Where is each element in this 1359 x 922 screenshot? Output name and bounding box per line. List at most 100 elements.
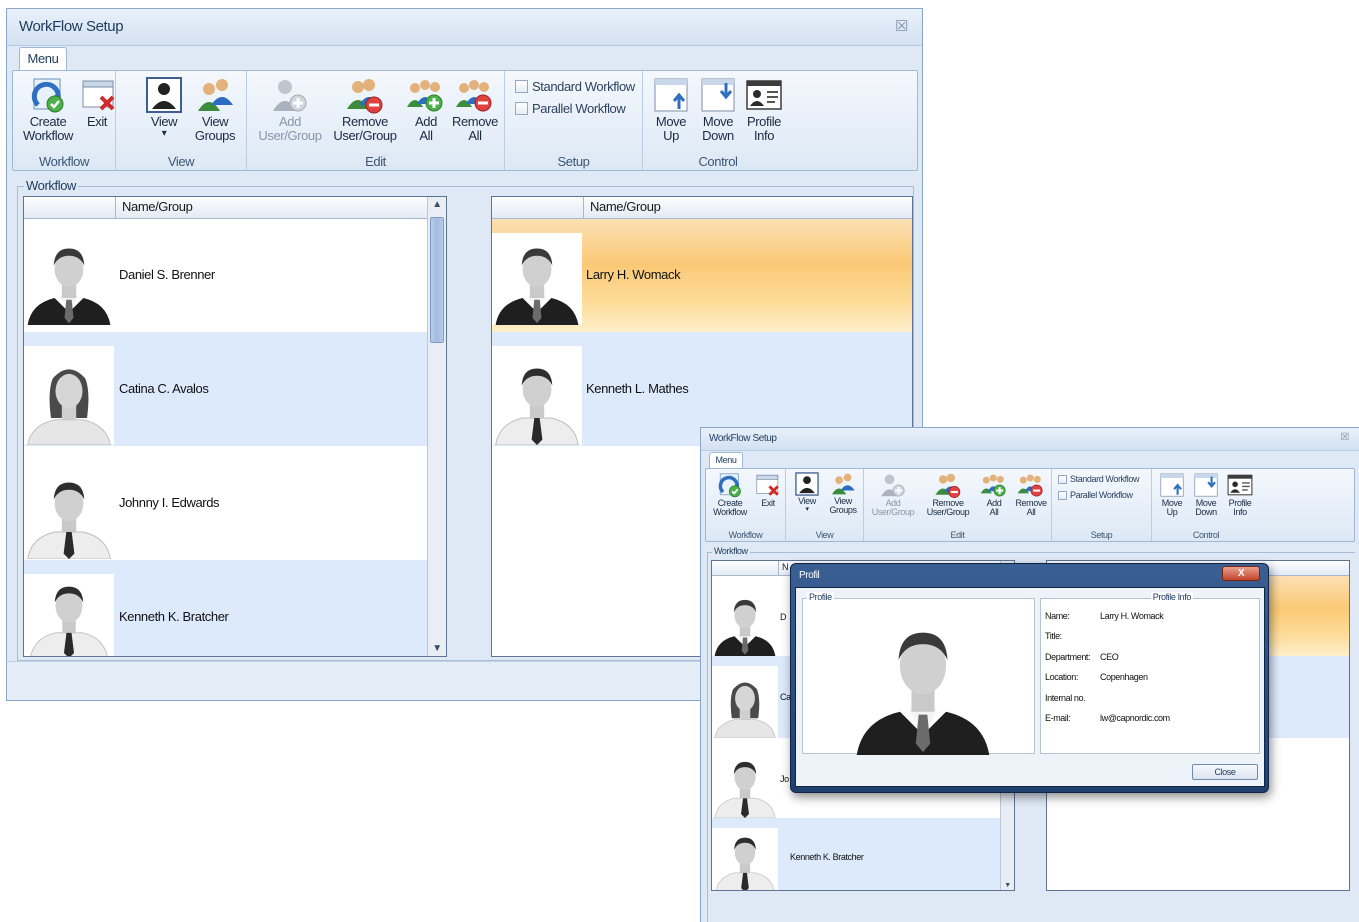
- dialog-body: Profile Profile Info Name: Larry H. Woma…: [795, 587, 1265, 787]
- list-item[interactable]: Kenneth K. Bratcher: [24, 560, 446, 656]
- user-photo: [712, 748, 778, 818]
- field-label: Title:: [1045, 631, 1062, 641]
- move-down-button[interactable]: Move Down: [1190, 471, 1222, 518]
- list-header: Name/Group: [492, 197, 912, 219]
- remove-user-group-button[interactable]: Remove User/Group: [922, 471, 974, 518]
- person-portrait-large: [843, 611, 1003, 755]
- user-photo: [24, 346, 114, 445]
- user-name: Catina C. Avalos: [119, 381, 209, 396]
- parallel-workflow-checkbox[interactable]: Parallel Workflow: [515, 101, 626, 116]
- list-item[interactable]: Daniel S. Brenner: [24, 219, 446, 332]
- view-button[interactable]: View ▾: [792, 471, 822, 514]
- menu-tab[interactable]: Menu: [709, 452, 743, 469]
- profile-info-button[interactable]: Profile Info: [742, 75, 786, 142]
- standard-workflow-checkbox[interactable]: Standard Workflow: [1058, 474, 1139, 484]
- menu-tab[interactable]: Menu: [19, 47, 67, 71]
- remove-all-button[interactable]: Remove All: [449, 75, 501, 142]
- chevron-down-icon: ▾: [161, 127, 167, 139]
- ribbon-group-edit: Add User/Group Remove User/Group Add All…: [864, 469, 1052, 541]
- profile-frame-legend: Profile: [807, 592, 834, 602]
- ribbon-group-setup: Standard Workflow Parallel Workflow Setu…: [505, 71, 643, 170]
- remove-user-icon: [345, 75, 385, 115]
- scroll-down-arrow-icon[interactable]: ▼: [428, 643, 446, 654]
- add-all-icon: [406, 75, 446, 115]
- move-up-icon: [1158, 471, 1186, 499]
- remove-all-button[interactable]: Remove All: [1012, 471, 1050, 518]
- profile-info-frame: Profile Info Name: Larry H. Womack Title…: [1040, 592, 1260, 754]
- parallel-workflow-box[interactable]: [1058, 490, 1067, 500]
- dialog-close-button[interactable]: X: [1222, 566, 1260, 581]
- person-portrait: [24, 460, 114, 559]
- add-all-button[interactable]: Add All: [978, 471, 1010, 518]
- user-name: Daniel S. Brenner: [119, 267, 215, 282]
- add-user-group-button[interactable]: Add User/Group: [255, 75, 325, 142]
- group-label-view: View: [815, 530, 834, 540]
- column-header-name-group[interactable]: Name/Group: [583, 197, 912, 218]
- move-up-button[interactable]: Move Up: [649, 75, 693, 142]
- ribbon-group-control: Move Up Move Down Profile Info Control: [643, 71, 793, 170]
- column-header-name-group[interactable]: Name/Group: [115, 197, 426, 218]
- profile-info-icon: [1226, 471, 1254, 499]
- list-item[interactable]: Catina C. Avalos: [24, 332, 446, 446]
- standard-workflow-box[interactable]: [1058, 474, 1067, 484]
- person-portrait: [712, 588, 778, 656]
- view-user-icon: [794, 471, 820, 497]
- add-all-button[interactable]: Add All: [405, 75, 447, 142]
- create-workflow-button[interactable]: Create Workflow: [710, 471, 750, 518]
- exit-button[interactable]: Exit: [79, 75, 115, 129]
- add-user-group-button[interactable]: Add User/Group: [868, 471, 918, 518]
- profile-info-button[interactable]: Profile Info: [1224, 471, 1256, 518]
- move-down-icon: [698, 75, 738, 115]
- list-header: Name/Group: [24, 197, 446, 219]
- view-groups-button[interactable]: View Groups: [826, 471, 860, 516]
- user-name: Kenneth K. Bratcher: [790, 852, 864, 862]
- window-close-icon[interactable]: ☒: [1340, 432, 1349, 443]
- exit-button[interactable]: Exit: [754, 471, 782, 508]
- workflow-frame-legend: Workflow: [24, 178, 79, 193]
- scroll-down-arrow-icon[interactable]: ▼: [1001, 882, 1014, 889]
- create-workflow-icon: [28, 75, 68, 115]
- profile-dialog: Profil X Profile Profile Info Name: Larr…: [790, 563, 1269, 793]
- parallel-workflow-box[interactable]: [515, 102, 528, 115]
- scroll-thumb[interactable]: [430, 217, 444, 343]
- dialog-title: Profil: [799, 570, 820, 581]
- profile-frame: Profile: [802, 592, 1035, 755]
- user-name: Larry H. Womack: [586, 267, 681, 282]
- person-portrait: [24, 346, 114, 445]
- profile-photo: [843, 611, 1003, 755]
- available-users-list[interactable]: Name/Group Daniel S. Brenner Catina C. A…: [23, 196, 447, 657]
- user-photo: [492, 346, 582, 445]
- user-name: Kenneth K. Bratcher: [119, 609, 229, 624]
- close-button[interactable]: Close: [1192, 764, 1258, 780]
- move-down-button[interactable]: Move Down: [696, 75, 740, 142]
- list-item[interactable]: Kenneth K. Bratcher: [712, 818, 1014, 890]
- window-close-icon[interactable]: ☒: [895, 17, 908, 35]
- create-workflow-button[interactable]: Create Workflow: [23, 75, 73, 142]
- user-photo: [712, 666, 778, 738]
- group-label-edit: Edit: [365, 154, 386, 169]
- list-item-selected[interactable]: Larry H. Womack: [492, 219, 912, 332]
- group-label-view: View: [167, 154, 195, 169]
- workflow-frame-legend: Workflow: [712, 546, 750, 556]
- field-value: Copenhagen: [1100, 672, 1148, 682]
- field-label: Internal no.: [1045, 693, 1086, 703]
- group-label-workflow: Workflow: [38, 154, 89, 169]
- add-user-icon: [879, 471, 907, 499]
- move-up-button[interactable]: Move Up: [1156, 471, 1188, 518]
- field-value: CEO: [1100, 652, 1119, 662]
- profile-info-legend: Profile Info: [1150, 592, 1193, 602]
- scroll-up-arrow-icon[interactable]: ▲: [428, 199, 446, 210]
- remove-user-group-button[interactable]: Remove User/Group: [329, 75, 401, 142]
- left-list-scrollbar[interactable]: ▲ ▼: [427, 197, 446, 656]
- parallel-workflow-checkbox[interactable]: Parallel Workflow: [1058, 490, 1133, 500]
- group-label-workflow: Workflow: [728, 530, 763, 540]
- user-photo: [712, 588, 778, 656]
- standard-workflow-box[interactable]: [515, 80, 528, 93]
- view-groups-button[interactable]: View Groups: [192, 75, 238, 142]
- view-button[interactable]: View ▾: [144, 75, 184, 139]
- group-label-setup: Setup: [1090, 530, 1113, 540]
- group-label-control: Control: [698, 154, 738, 169]
- list-item[interactable]: Johnny I. Edwards: [24, 446, 446, 560]
- field-label: Location:: [1045, 672, 1078, 682]
- standard-workflow-checkbox[interactable]: Standard Workflow: [515, 79, 635, 94]
